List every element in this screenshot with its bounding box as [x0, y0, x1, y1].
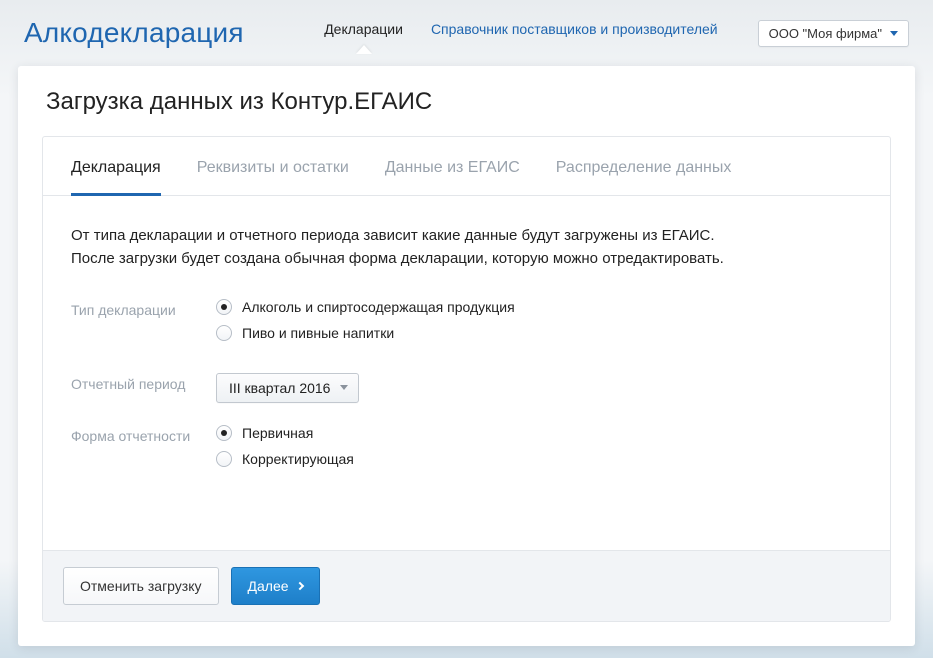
wizard-body: От типа декларации и отчетного периода з…: [43, 196, 890, 550]
period-select-value: III квартал 2016: [229, 380, 330, 396]
control-period: III квартал 2016: [216, 373, 359, 403]
radio-label: Первичная: [242, 425, 313, 441]
topbar: Алкодекларация Декларации Справочник пос…: [0, 0, 933, 56]
cancel-button-label: Отменить загрузку: [80, 578, 202, 594]
wizard-tab-requisites: Реквизиты и остатки: [197, 137, 349, 195]
row-form-kind: Форма отчетности Первичная Корректирующа…: [71, 425, 862, 477]
radio-icon: [216, 299, 232, 315]
intro-text: От типа декларации и отчетного периода з…: [71, 224, 862, 271]
label-decl-type: Тип декларации: [71, 299, 216, 351]
period-select[interactable]: III квартал 2016: [216, 373, 359, 403]
wizard-tab-declaration[interactable]: Декларация: [71, 137, 161, 195]
next-button-label: Далее: [248, 578, 289, 594]
row-period: Отчетный период III квартал 2016: [71, 373, 862, 403]
radio-label: Пиво и пивные напитки: [242, 325, 394, 341]
company-select[interactable]: ООО "Моя фирма": [758, 20, 909, 47]
nav-tabs: Декларации Справочник поставщиков и прои…: [324, 21, 717, 45]
wizard-tab-egais-data: Данные из ЕГАИС: [385, 137, 520, 195]
radio-label: Корректирующая: [242, 451, 354, 467]
caret-down-icon: [890, 31, 898, 36]
cancel-button[interactable]: Отменить загрузку: [63, 567, 219, 605]
wizard-footer: Отменить загрузку Далее: [43, 550, 890, 621]
app-title: Алкодекларация: [24, 17, 244, 49]
intro-line-2: После загрузки будет создана обычная фор…: [71, 247, 862, 270]
main-card: Загрузка данных из Контур.ЕГАИС Декларац…: [18, 66, 915, 646]
next-button[interactable]: Далее: [231, 567, 320, 605]
nav-tab-declarations[interactable]: Декларации: [324, 21, 403, 45]
radio-form-kind-primary[interactable]: Первичная: [216, 425, 354, 441]
wizard-tab-data-distribution: Распределение данных: [556, 137, 732, 195]
wizard-tabs: Декларация Реквизиты и остатки Данные из…: [43, 137, 890, 196]
radio-decl-type-beer[interactable]: Пиво и пивные напитки: [216, 325, 515, 341]
control-decl-type: Алкоголь и спиртосодержащая продукция Пи…: [216, 299, 515, 351]
radio-decl-type-alcohol[interactable]: Алкоголь и спиртосодержащая продукция: [216, 299, 515, 315]
caret-down-icon: [340, 385, 348, 390]
intro-line-1: От типа декларации и отчетного периода з…: [71, 224, 862, 247]
radio-icon: [216, 325, 232, 341]
company-select-label: ООО "Моя фирма": [769, 26, 882, 41]
radio-label: Алкоголь и спиртосодержащая продукция: [242, 299, 515, 315]
label-period: Отчетный период: [71, 373, 216, 403]
row-decl-type: Тип декларации Алкоголь и спиртосодержащ…: [71, 299, 862, 351]
wizard-panel: Декларация Реквизиты и остатки Данные из…: [42, 136, 891, 622]
control-form-kind: Первичная Корректирующая: [216, 425, 354, 477]
page-title: Загрузка данных из Контур.ЕГАИС: [18, 66, 915, 136]
label-form-kind: Форма отчетности: [71, 425, 216, 477]
chevron-right-icon: [295, 582, 303, 590]
radio-form-kind-corrective[interactable]: Корректирующая: [216, 451, 354, 467]
nav-tab-suppliers-directory[interactable]: Справочник поставщиков и производителей: [431, 21, 718, 45]
radio-icon: [216, 425, 232, 441]
radio-icon: [216, 451, 232, 467]
